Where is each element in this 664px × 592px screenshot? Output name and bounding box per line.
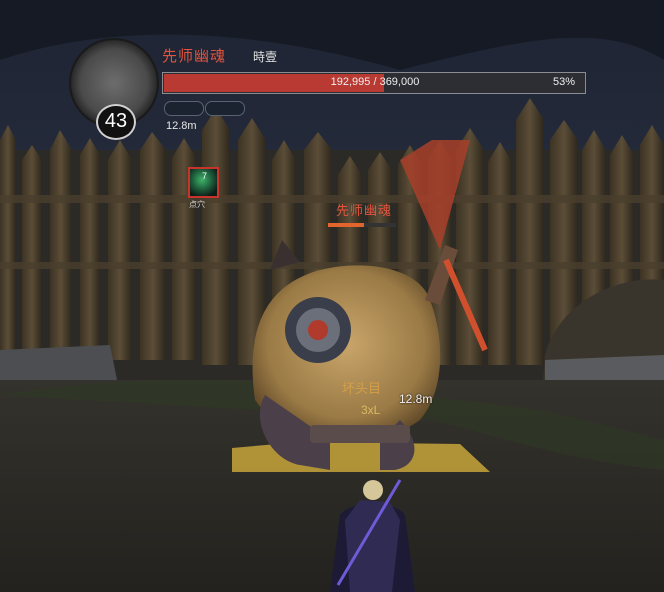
boss-channel-tag: 時壹 [253, 50, 278, 64]
boss-name: 先师幽魂 [162, 48, 227, 65]
boss-hp-percent: 53% [552, 76, 575, 88]
boss-hp-value: 192,995 / 369,000 [330, 76, 420, 88]
boss-status-slot [205, 101, 245, 116]
debuff-stack-count: 7 [202, 171, 208, 181]
debuff-icon[interactable]: 7 [188, 167, 219, 198]
game-viewport[interactable]: 43 先师幽魂 時壹 192,995 / 369,000 53% 12.8m 7… [0, 0, 664, 592]
target-overhead-hp-bar [328, 223, 396, 227]
target-marker-multiplier: 3xL [361, 403, 381, 417]
boss-status-slot [164, 101, 204, 116]
target-distance: 12.8m [399, 392, 433, 406]
target-marker-label: 坏头目 [342, 381, 382, 396]
boss-hp-bar: 192,995 / 369,000 53% [162, 72, 586, 94]
boss-distance: 12.8m [166, 120, 197, 132]
debuff-label: 点穴 [189, 200, 205, 209]
boss-level-badge: 43 [96, 104, 136, 140]
target-overhead-hp-fill [328, 223, 365, 227]
target-overhead-name: 先师幽魂 [336, 203, 393, 218]
